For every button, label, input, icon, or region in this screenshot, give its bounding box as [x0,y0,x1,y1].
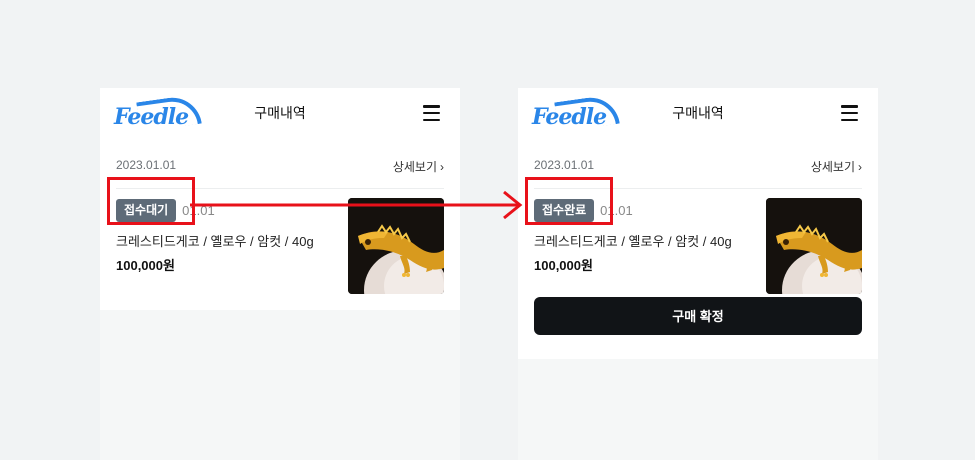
view-details-link[interactable]: 상세보기 › [393,158,444,175]
order-panel: Feedle 구매내역 2023.01.01 상세보기 › 접수완료 01.01 … [518,88,878,359]
product-name: 크레스티드게코 / 옐로우 / 암컷 / 40g [116,234,314,249]
crested-gecko-photo [348,198,444,294]
status-badge: 접수대기 [116,199,177,222]
product-price: 100,000원 [116,258,175,273]
confirm-purchase-button[interactable]: 구매 확정 [534,297,862,335]
product-thumbnail[interactable] [766,198,862,294]
order-panel: Feedle 구매내역 2023.01.01 상세보기 › 접수대기 01.01 … [100,88,460,310]
phone-screen-after: Feedle 구매내역 2023.01.01 상세보기 › 접수완료 01.01 … [518,88,878,460]
crested-gecko-photo [766,198,862,294]
view-details-link[interactable]: 상세보기 › [811,158,862,175]
order-header-row: 2023.01.01 상세보기 › [116,158,444,189]
view-details-label: 상세보기 [810,160,855,174]
item-date: 01.01 [600,203,633,218]
page-title: 구매내역 [672,105,724,121]
chevron-right-icon: › [858,160,862,174]
product-thumbnail[interactable] [348,198,444,294]
status-line: 접수대기 01.01 [116,199,215,222]
app-header: Feedle 구매내역 [100,88,460,138]
product-price: 100,000원 [534,258,593,273]
order-item: 접수대기 01.01 크레스티드게코 / 옐로우 / 암컷 / 40g 100,… [116,189,444,294]
order-header-row: 2023.01.01 상세보기 › [534,158,862,189]
phone-screen-before: Feedle 구매내역 2023.01.01 상세보기 › 접수대기 01.01 … [100,88,460,460]
hamburger-menu-icon[interactable] [423,105,440,121]
chevron-right-icon: › [440,160,444,174]
app-header: Feedle 구매내역 [518,88,878,138]
product-name: 크레스티드게코 / 옐로우 / 암컷 / 40g [534,234,732,249]
status-line: 접수완료 01.01 [534,199,633,222]
page-title: 구매내역 [254,105,306,121]
view-details-label: 상세보기 [392,160,437,174]
status-badge: 접수완료 [534,199,595,222]
order-date: 2023.01.01 [116,158,177,172]
order-item: 접수완료 01.01 크레스티드게코 / 옐로우 / 암컷 / 40g 100,… [534,189,862,294]
item-date: 01.01 [182,203,215,218]
hamburger-menu-icon[interactable] [841,105,858,121]
order-date: 2023.01.01 [534,158,595,172]
